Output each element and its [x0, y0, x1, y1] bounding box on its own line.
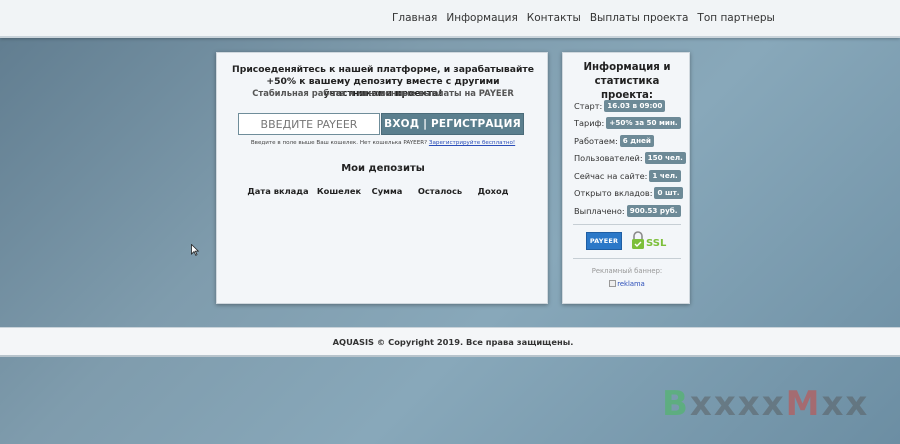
stat-row-open-deposits: Открыто вкладов: 0 шт.	[574, 185, 686, 203]
watermark-logo: BxxxxMxx	[662, 384, 870, 424]
my-deposits-title: Мои депозиты	[341, 163, 425, 174]
main-nav: Главная Информация Контакты Выплаты прое…	[392, 12, 784, 24]
stat-value-badge: 150 чел.	[644, 152, 686, 165]
top-nav-bar: Главная Информация Контакты Выплаты прое…	[0, 0, 900, 38]
wallet-hint-text: Введите в поле выше Ваш кошелек. Нет кош…	[250, 140, 428, 146]
stat-value-badge: 0 шт.	[654, 187, 683, 200]
col-amount: Сумма	[371, 186, 403, 196]
payeer-wallet-input[interactable]	[238, 113, 380, 135]
payeer-logo: PAYEER	[586, 232, 622, 250]
stat-value-badge: 900.53 руб.	[626, 204, 681, 217]
padlock-icon	[632, 231, 644, 249]
main-panel: Присоеденяйтесь к нашей платформе, и зар…	[216, 52, 548, 304]
ad-banner-label: Рекламный баннер:	[591, 267, 663, 275]
mouse-pointer-icon	[191, 244, 199, 256]
ad-banner[interactable]: reklama	[569, 280, 685, 288]
col-income: Доход	[477, 186, 509, 196]
col-wallet: Кошелек	[316, 186, 362, 196]
deposits-table-header: Дата вклада Кошелек Сумма Осталось Доход	[217, 186, 549, 198]
stat-label: Тариф:	[574, 118, 605, 129]
stat-row-users: Пользователей: 150 чел.	[574, 150, 686, 168]
broken-image-icon	[609, 280, 617, 287]
ad-divider	[573, 258, 681, 259]
stat-label: Сейчас на сайте:	[574, 170, 648, 181]
stats-panel: Информация и статистика проекта: Старт: …	[562, 52, 690, 304]
nav-link-top-partners[interactable]: Топ партнеры	[697, 12, 774, 24]
footer: AQUASIS © Copyright 2019. Все права защи…	[0, 327, 900, 357]
register-payeer-link[interactable]: Зарегистрируйте бесплатно!	[429, 140, 515, 146]
stats-list: Старт: 16.03 в 09:00 Тариф: +50% за 50 м…	[574, 97, 686, 220]
ssl-text: SSL	[646, 238, 667, 249]
stat-row-tariff: Тариф: +50% за 50 мин.	[574, 115, 686, 133]
stat-label: Открыто вкладов:	[574, 188, 653, 199]
stat-value-badge: 16.03 в 09:00	[604, 99, 666, 112]
stat-value-badge: +50% за 50 мин.	[606, 117, 681, 130]
promo-subline: Стабильная работа и мгновенные выплаты н…	[252, 88, 514, 98]
stat-row-paid: Выплачено: 900.53 руб.	[574, 202, 686, 220]
wallet-hint: Введите в поле выше Ваш кошелек. Нет кош…	[227, 140, 539, 146]
ssl-badge: SSL	[632, 231, 667, 249]
stat-row-working: Работаем: 6 дней	[574, 132, 686, 150]
login-register-button[interactable]: ВХОД | РЕГИСТРАЦИЯ	[381, 113, 524, 135]
ad-banner-alt: reklama	[617, 280, 645, 288]
stat-value-badge: 6 дней	[619, 134, 654, 147]
stat-label: Работаем:	[574, 135, 618, 146]
nav-link-info[interactable]: Информация	[446, 12, 517, 24]
stat-label: Выплачено:	[574, 205, 625, 216]
col-remaining: Осталось	[417, 186, 463, 196]
stat-row-online: Сейчас на сайте: 1 чел.	[574, 167, 686, 185]
stat-label: Пользователей:	[574, 153, 643, 164]
stat-label: Старт:	[574, 100, 603, 111]
nav-link-home[interactable]: Главная	[392, 12, 437, 24]
col-deposit-date: Дата вклада	[247, 186, 309, 196]
nav-link-payouts[interactable]: Выплаты проекта	[590, 12, 689, 24]
copyright-text: AQUASIS © Copyright 2019. Все права защи…	[332, 337, 574, 347]
stat-row-start: Старт: 16.03 в 09:00	[574, 97, 686, 115]
nav-link-contacts[interactable]: Контакты	[527, 12, 581, 24]
stats-divider	[573, 224, 681, 225]
stat-value-badge: 1 чел.	[649, 169, 681, 182]
